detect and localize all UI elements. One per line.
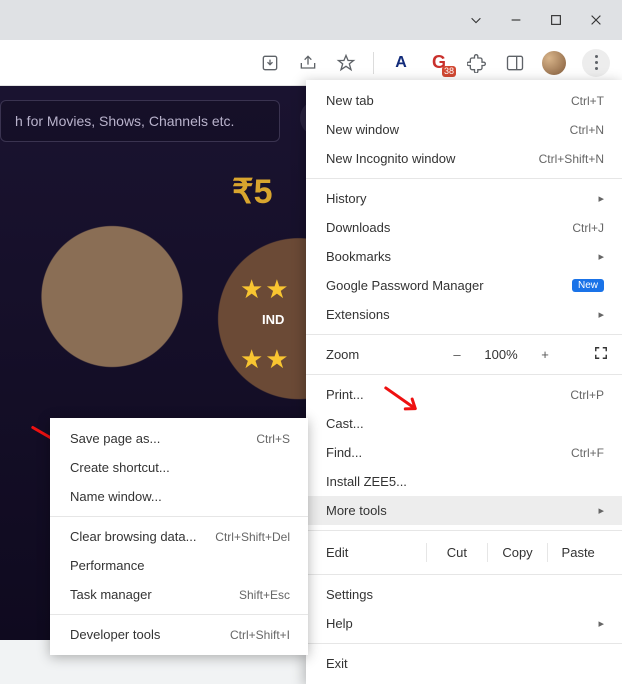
toolbar-divider <box>373 52 374 74</box>
menu-extensions[interactable]: Extensions <box>306 300 622 329</box>
menu-downloads[interactable]: DownloadsCtrl+J <box>306 213 622 242</box>
extensions-puzzle-icon[interactable] <box>466 52 488 74</box>
menu-password-manager[interactable]: Google Password ManagerNew <box>306 271 622 300</box>
submenu-name-window[interactable]: Name window... <box>50 482 308 511</box>
menu-find[interactable]: Find...Ctrl+F <box>306 438 622 467</box>
menu-exit[interactable]: Exit <box>306 649 622 678</box>
menu-separator <box>50 614 308 615</box>
price-label: ₹5 <box>232 172 273 212</box>
submenu-create-shortcut[interactable]: Create shortcut... <box>50 453 308 482</box>
menu-history[interactable]: History <box>306 184 622 213</box>
window-close-button[interactable] <box>588 12 604 28</box>
zoom-out-button[interactable]: – <box>446 347 468 362</box>
menu-help[interactable]: Help <box>306 609 622 638</box>
menu-separator <box>306 178 622 179</box>
menu-settings[interactable]: Settings <box>306 580 622 609</box>
menu-more-tools[interactable]: More tools <box>306 496 622 525</box>
install-app-icon[interactable] <box>259 52 281 74</box>
more-tools-submenu: Save page as...Ctrl+S Create shortcut...… <box>50 418 308 655</box>
submenu-task-manager[interactable]: Task managerShift+Esc <box>50 580 308 609</box>
menu-new-window[interactable]: New windowCtrl+N <box>306 115 622 144</box>
window-titlebar <box>0 0 622 40</box>
menu-separator <box>306 530 622 531</box>
fullscreen-button[interactable] <box>594 346 608 363</box>
menu-new-tab[interactable]: New tabCtrl+T <box>306 86 622 115</box>
menu-incognito[interactable]: New Incognito windowCtrl+Shift+N <box>306 144 622 173</box>
zoom-in-button[interactable]: + <box>534 347 556 362</box>
menu-separator <box>306 334 622 335</box>
side-panel-icon[interactable] <box>504 52 526 74</box>
chrome-main-menu: New tabCtrl+T New windowCtrl+N New Incog… <box>306 80 622 684</box>
menu-install-app[interactable]: Install ZEE5... <box>306 467 622 496</box>
submenu-developer-tools[interactable]: Developer toolsCtrl+Shift+I <box>50 620 308 649</box>
edit-cut[interactable]: Cut <box>426 543 487 562</box>
chrome-menu-button[interactable] <box>582 49 610 77</box>
menu-cast[interactable]: Cast... <box>306 409 622 438</box>
ind-label: IND <box>262 312 284 327</box>
rating-stars: ★★ <box>240 274 291 305</box>
extension-badge: 38 <box>442 66 456 77</box>
zoom-label: Zoom <box>326 347 436 362</box>
edit-label: Edit <box>326 545 426 560</box>
new-badge: New <box>572 279 604 292</box>
submenu-clear-data[interactable]: Clear browsing data...Ctrl+Shift+Del <box>50 522 308 551</box>
submenu-save-page[interactable]: Save page as...Ctrl+S <box>50 424 308 453</box>
zoom-value: 100% <box>478 347 524 362</box>
menu-bookmarks[interactable]: Bookmarks <box>306 242 622 271</box>
extension-g-icon[interactable]: G38 <box>428 52 450 74</box>
menu-edit-row: Edit Cut Copy Paste <box>306 536 622 569</box>
search-input[interactable]: h for Movies, Shows, Channels etc. <box>0 100 280 142</box>
submenu-performance[interactable]: Performance <box>50 551 308 580</box>
menu-separator <box>306 643 622 644</box>
rating-stars: ★★ <box>240 344 291 375</box>
edit-paste[interactable]: Paste <box>547 543 608 562</box>
bookmark-star-icon[interactable] <box>335 52 357 74</box>
tab-dropdown-icon[interactable] <box>468 12 484 28</box>
menu-separator <box>306 374 622 375</box>
window-maximize-button[interactable] <box>548 12 564 28</box>
profile-avatar[interactable] <box>542 51 566 75</box>
menu-zoom-row: Zoom – 100% + <box>306 340 622 369</box>
edit-copy[interactable]: Copy <box>487 543 548 562</box>
extension-a-icon[interactable]: A <box>390 52 412 74</box>
menu-print[interactable]: Print...Ctrl+P <box>306 380 622 409</box>
menu-separator <box>306 574 622 575</box>
menu-separator <box>50 516 308 517</box>
share-icon[interactable] <box>297 52 319 74</box>
search-placeholder: h for Movies, Shows, Channels etc. <box>15 113 234 129</box>
window-minimize-button[interactable] <box>508 12 524 28</box>
